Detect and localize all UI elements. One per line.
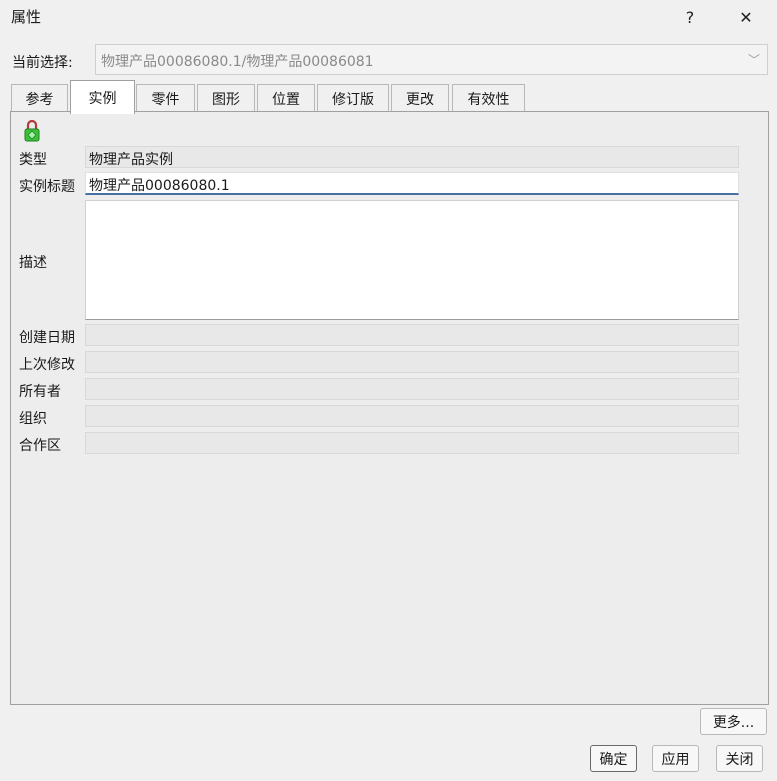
close-button[interactable]: 关闭: [716, 745, 763, 772]
title-bar: 属性 ? ✕: [0, 0, 777, 34]
tab-position[interactable]: 位置: [257, 84, 315, 113]
current-selection-dropdown[interactable]: 物理产品00086080.1/物理产品00086081 ﹀: [95, 44, 768, 75]
ok-button-label: 确定: [599, 751, 628, 768]
ok-button[interactable]: 确定: [590, 745, 637, 772]
current-selection-label: 当前选择:: [12, 55, 73, 71]
apply-button[interactable]: 应用: [652, 745, 699, 772]
tab-label: 更改: [406, 92, 434, 108]
last-modified-label: 上次修改: [19, 357, 75, 373]
tab-revision[interactable]: 修订版: [317, 84, 389, 113]
description-textarea[interactable]: [85, 200, 739, 320]
tab-label: 图形: [212, 92, 240, 108]
close-button-label: 关闭: [725, 751, 754, 768]
last-modified-field: [85, 351, 739, 373]
instance-tab-panel: 类型 物理产品实例 实例标题 物理产品00086080.1 描述 创建日期 上次…: [10, 111, 769, 705]
type-field: 物理产品实例: [85, 146, 739, 168]
apply-button-label: 应用: [661, 751, 690, 768]
tab-label: 有效性: [467, 92, 510, 108]
owner-field: [85, 378, 739, 400]
help-icon: ?: [685, 7, 695, 27]
window-title: 属性: [11, 8, 42, 26]
created-date-label: 创建日期: [19, 330, 75, 346]
organization-label: 组织: [19, 411, 47, 427]
type-value: 物理产品实例: [89, 152, 173, 168]
owner-label: 所有者: [19, 384, 61, 400]
type-label: 类型: [19, 152, 47, 168]
tab-reference[interactable]: 参考: [11, 84, 68, 113]
tab-effectivity[interactable]: 有效性: [452, 84, 525, 113]
tab-instance[interactable]: 实例: [70, 80, 135, 114]
description-label: 描述: [19, 255, 47, 271]
tab-change[interactable]: 更改: [391, 84, 449, 113]
tab-part[interactable]: 零件: [136, 84, 195, 113]
instance-title-value: 物理产品00086080.1: [89, 178, 230, 194]
tab-label: 零件: [151, 92, 180, 108]
tab-label: 参考: [25, 92, 54, 108]
tab-label: 位置: [272, 92, 300, 108]
instance-title-label: 实例标题: [19, 179, 75, 195]
close-icon: ✕: [739, 7, 753, 27]
lock-icon: [24, 119, 40, 142]
created-date-field: [85, 324, 739, 346]
current-selection-value: 物理产品00086080.1/物理产品00086081: [101, 54, 374, 70]
tab-label: 修订版: [332, 92, 374, 108]
chevron-down-icon[interactable]: ﹀: [741, 45, 767, 74]
instance-title-input[interactable]: 物理产品00086080.1: [85, 172, 739, 195]
help-button[interactable]: ?: [667, 0, 713, 34]
close-window-button[interactable]: ✕: [723, 0, 769, 34]
organization-field: [85, 405, 739, 427]
more-button-label: 更多...: [712, 714, 755, 731]
collab-space-field: [85, 432, 739, 454]
tab-graphics[interactable]: 图形: [197, 84, 255, 113]
collab-space-label: 合作区: [19, 438, 61, 454]
more-button[interactable]: 更多...: [700, 708, 767, 735]
tab-label: 实例: [88, 90, 117, 107]
